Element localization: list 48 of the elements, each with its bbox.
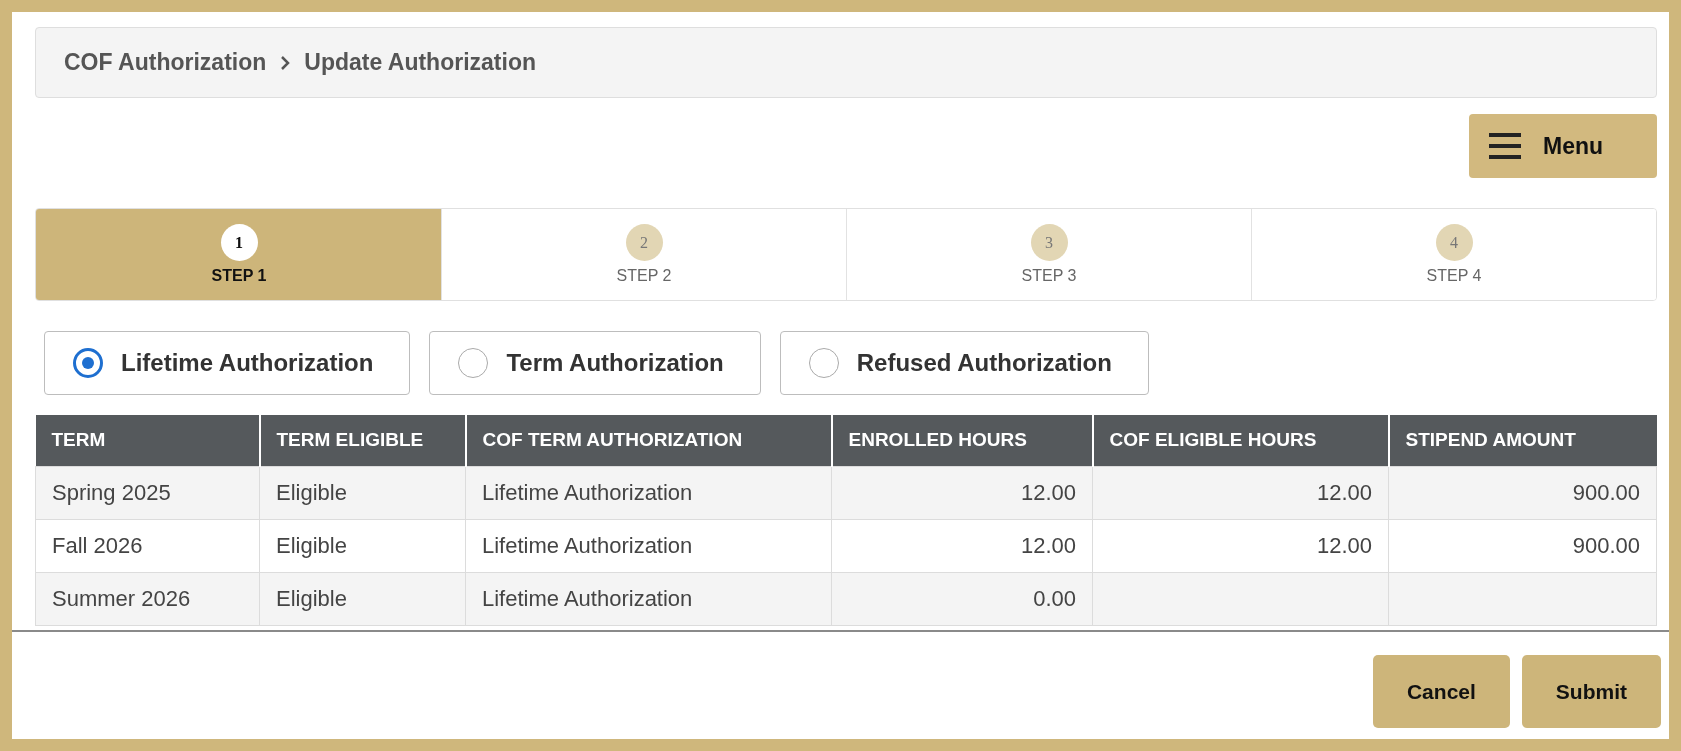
table-cell: Eligible [259, 519, 466, 572]
column-header: TERM [35, 415, 260, 466]
table-cell: Eligible [259, 466, 466, 519]
step-number: 3 [1030, 224, 1068, 261]
step-number: 4 [1435, 224, 1473, 261]
table-cell: 12.00 [1092, 466, 1389, 519]
table-cell: 900.00 [1388, 519, 1657, 572]
breadcrumb-item: Update Authorization [304, 49, 536, 76]
breadcrumb-item[interactable]: COF Authorization [64, 49, 267, 76]
column-header: COF ELIGIBLE HOURS [1092, 415, 1389, 466]
table-cell: Eligible [259, 572, 466, 625]
table-cell: Fall 2026 [35, 519, 260, 572]
step-label: STEP 3 [1021, 267, 1077, 285]
radio-label: Lifetime Authorization [121, 349, 374, 377]
table-cell: Spring 2025 [35, 466, 260, 519]
step-label: STEP 4 [1426, 267, 1482, 285]
radio-label: Term Authorization [506, 349, 724, 377]
menu-button[interactable]: Menu [1469, 114, 1657, 178]
table-cell: 900.00 [1388, 466, 1657, 519]
radio-option[interactable]: Term Authorization [429, 331, 761, 395]
step-tab[interactable]: 1 STEP 1 [36, 209, 441, 300]
column-header: COF TERM AUTHORIZATION [465, 415, 832, 466]
table-cell: Summer 2026 [35, 572, 260, 625]
table-cell: 0.00 [831, 572, 1093, 625]
column-header: ENROLLED HOURS [831, 415, 1093, 466]
column-header: TERM ELIGIBLE [259, 415, 466, 466]
step-label: STEP 1 [211, 267, 267, 285]
step-label: STEP 2 [616, 267, 672, 285]
table-cell: Lifetime Authorization [465, 466, 832, 519]
table-cell: 12.00 [1092, 519, 1389, 572]
table-cell: Lifetime Authorization [465, 572, 832, 625]
radio-button[interactable] [73, 348, 103, 378]
cancel-button[interactable]: Cancel [1372, 655, 1510, 728]
radio-button[interactable] [458, 348, 489, 378]
radio-button[interactable] [808, 348, 839, 378]
menu-icon [1489, 133, 1521, 159]
step-number: 2 [625, 224, 663, 261]
step-number: 1 [220, 224, 258, 261]
chevron-right-icon [280, 54, 291, 71]
table-cell: Lifetime Authorization [465, 519, 832, 572]
submit-button[interactable]: Submit [1521, 655, 1661, 728]
column-header: STIPEND AMOUNT [1388, 415, 1657, 466]
table-cell: 12.00 [831, 466, 1093, 519]
radio-option[interactable]: Refused Authorization [779, 331, 1149, 395]
radio-option[interactable]: Lifetime Authorization [44, 331, 411, 395]
step-tab[interactable]: 4 STEP 4 [1251, 209, 1656, 300]
table-cell: 12.00 [831, 519, 1093, 572]
radio-label: Refused Authorization [856, 349, 1112, 377]
